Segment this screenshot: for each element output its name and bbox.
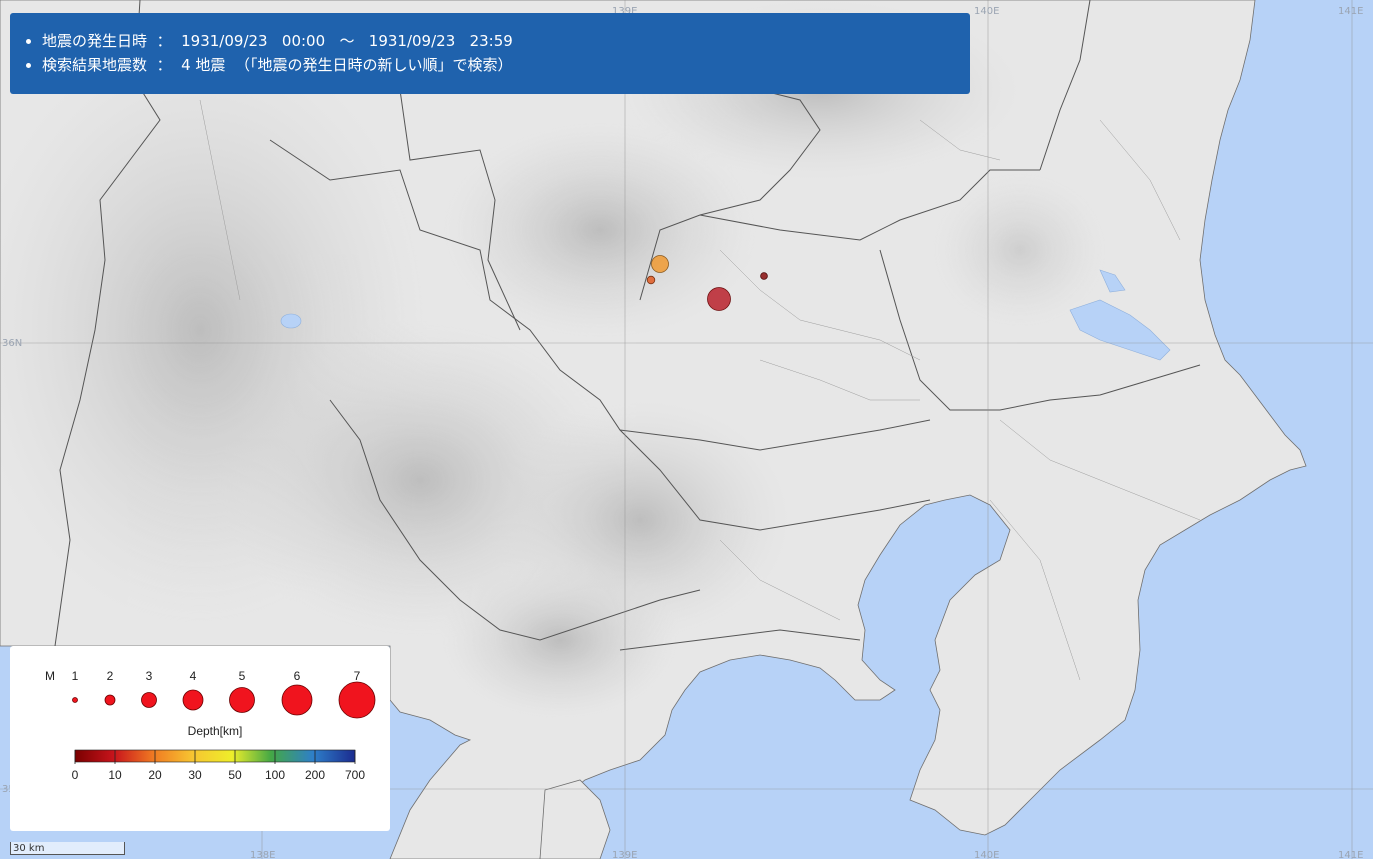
earthquake-marker[interactable] [646,275,656,285]
magnitude-label-3: 3 [146,669,153,683]
legend: M 1 2 3 4 5 6 7 Depth[km] 0 10 20 30 50 … [10,646,390,831]
magnitude-label-7: 7 [354,669,361,683]
earthquake-marker[interactable] [707,287,731,311]
count-label: 検索結果地震数 [42,56,148,74]
depth-color-bar [74,749,356,763]
depth-tick-200: 200 [305,768,325,782]
depth-tick-0: 0 [72,768,79,782]
magnitude-labels: 1 2 3 4 5 6 7 [72,669,361,683]
count-sep: ： [156,56,172,74]
depth-tick-30: 30 [188,768,202,782]
legend-m-label: M [45,669,55,683]
magnitude-circle-3 [141,692,157,708]
magnitude-circle-5 [229,687,255,713]
end-time: 23:59 [469,32,513,50]
lat-label-36: 36N [2,338,22,349]
result-count: 4 地震 [181,56,226,74]
datetime-line: 地震の発生日時 ： 1931/09/23 00:00 ～ 1931/09/23 … [42,29,970,53]
lon-label-top-141: 141E [1338,6,1363,17]
magnitude-circle-2 [104,694,116,706]
magnitude-circle-7 [338,681,376,719]
sort-note: （「地震の発生日時の新しい順」で検索） [234,56,513,74]
scale-bar: 30 km [10,842,125,856]
magnitude-label-5: 5 [239,669,246,683]
magnitude-circles [72,681,376,719]
magnitude-circle-1 [72,697,78,703]
magnitude-circle-6 [281,684,313,716]
scale-label: 30 km [13,843,45,854]
lon-label-bottom-141: 141E [1338,850,1363,859]
legend-graphic: M 1 2 3 4 5 6 7 Depth[km] 0 10 20 30 50 … [45,669,376,782]
lon-label-bottom-140: 140E [974,850,999,859]
lon-label-bottom-139: 139E [612,850,637,859]
depth-title: Depth[km] [188,724,243,738]
range-tilde: ～ [339,32,355,50]
magnitude-label-6: 6 [294,669,301,683]
start-time: 00:00 [281,32,326,50]
depth-tick-100: 100 [265,768,285,782]
earthquake-marker[interactable] [651,255,669,273]
datetime-label: 地震の発生日時 [42,32,148,50]
datetime-sep: ： [156,32,172,50]
depth-tick-labels: 0 10 20 30 50 100 200 700 [72,768,366,782]
magnitude-label-4: 4 [190,669,197,683]
count-line: 検索結果地震数 ： 4 地震 （「地震の発生日時の新しい順」で検索） [42,53,970,77]
depth-tick-50: 50 [228,768,242,782]
magnitude-circle-4 [182,689,204,711]
depth-tick-20: 20 [148,768,162,782]
start-date: 1931/09/23 [181,32,268,50]
end-date: 1931/09/23 [368,32,456,50]
lon-label-top-140: 140E [974,6,999,17]
magnitude-label-2: 2 [107,669,114,683]
depth-tick-10: 10 [108,768,122,782]
lon-label-bottom-138: 138E [250,850,275,859]
search-summary-panel: 地震の発生日時 ： 1931/09/23 00:00 ～ 1931/09/23 … [10,13,970,94]
magnitude-label-1: 1 [72,669,79,683]
depth-tick-700: 700 [345,768,365,782]
earthquake-marker[interactable] [760,272,768,280]
